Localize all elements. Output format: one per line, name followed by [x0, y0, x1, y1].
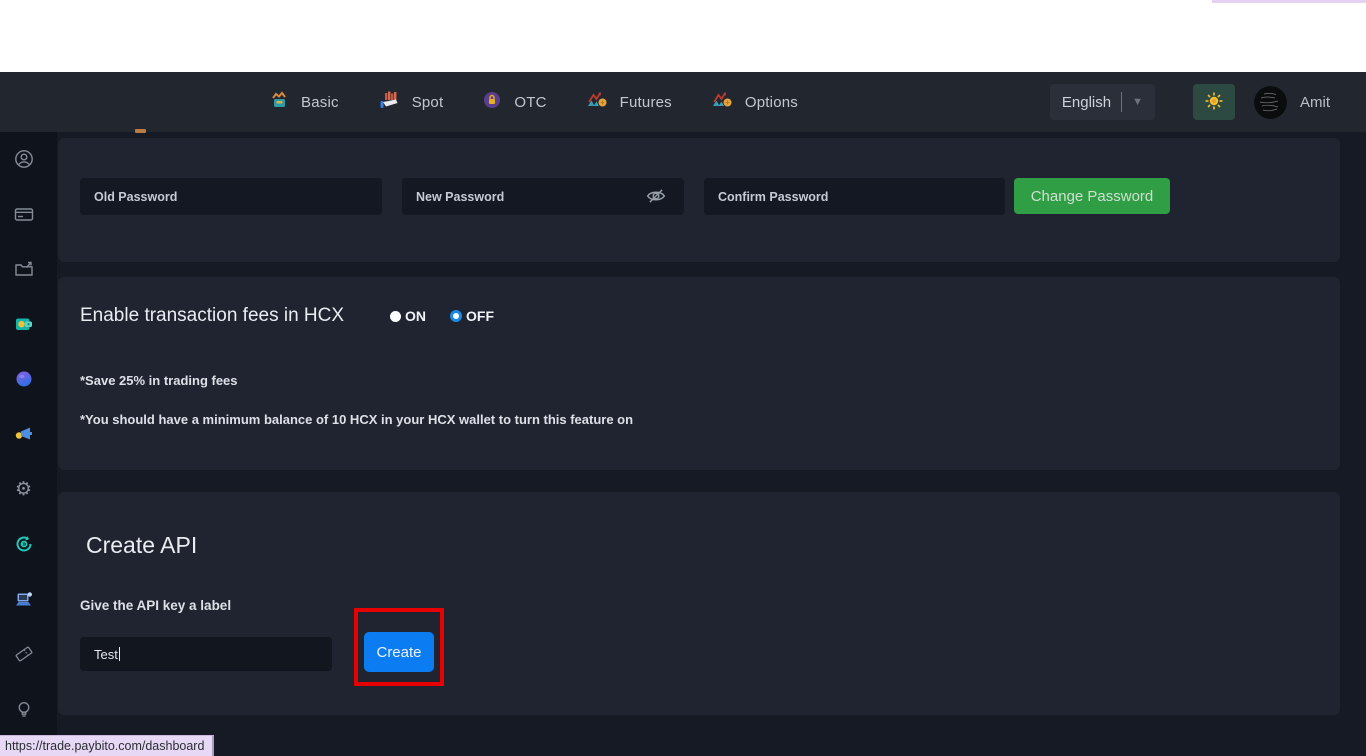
futures-icon	[587, 91, 607, 114]
basic-icon	[270, 91, 288, 114]
theme-toggle-button[interactable]	[1193, 84, 1235, 120]
radio-on-circle[interactable]	[390, 311, 401, 322]
api-key-label-value: Test	[94, 647, 118, 662]
nav-label-futures: Futures	[620, 94, 672, 111]
hcx-section-title: Enable transaction fees in HCX	[80, 305, 344, 327]
create-api-title: Create API	[86, 532, 197, 559]
hcx-note-min-balance: *You should have a minimum balance of 10…	[80, 412, 633, 427]
nav-item-otc[interactable]: OTC	[483, 91, 546, 114]
radio-on-label: ON	[405, 308, 426, 324]
text-cursor	[119, 647, 121, 661]
eye-slash-icon[interactable]	[646, 186, 666, 206]
hcx-note-save-fees: *Save 25% in trading fees	[80, 373, 238, 388]
create-api-button[interactable]: Create	[364, 632, 434, 672]
radio-off-circle[interactable]	[450, 310, 462, 322]
change-password-card: Change Password	[58, 138, 1340, 262]
options-icon	[712, 91, 732, 114]
announcement-icon[interactable]	[14, 424, 34, 444]
change-password-button[interactable]: Change Password	[1014, 178, 1170, 214]
spot-icon	[379, 90, 399, 114]
folder-share-icon[interactable]	[14, 259, 34, 279]
clipped-heading-fragment	[135, 129, 146, 133]
globe-icon[interactable]	[14, 369, 34, 389]
page: Basic Spot	[0, 0, 1366, 756]
nav-label-spot: Spot	[412, 94, 444, 111]
radio-option-off[interactable]: OFF	[450, 308, 494, 324]
create-api-card: Create API Give the API key a label Test…	[58, 492, 1340, 715]
nav-label-basic: Basic	[301, 94, 339, 111]
hcx-radio-group: ON OFF	[390, 308, 494, 324]
left-sidebar: ⚙	[0, 132, 57, 756]
status-bar-url-tooltip: https://trade.paybito.com/dashboard	[0, 735, 214, 756]
avatar[interactable]	[1254, 86, 1287, 119]
old-password-input[interactable]	[80, 178, 382, 215]
confirm-password-input[interactable]	[704, 178, 1005, 215]
nav-menu: Basic Spot	[270, 72, 798, 132]
main-content: Change Password Enable transaction fees …	[57, 132, 1366, 756]
radio-option-on[interactable]: ON	[390, 308, 426, 324]
lightbulb-icon[interactable]	[14, 699, 34, 719]
top-lavender-line	[1212, 0, 1366, 3]
new-password-input[interactable]	[402, 178, 684, 215]
nav-item-futures[interactable]: Futures	[587, 91, 672, 114]
status-url-text: https://trade.paybito.com/dashboard	[5, 739, 204, 753]
radio-off-label: OFF	[466, 308, 494, 324]
nav-right-group: English ▼	[1050, 72, 1330, 132]
nav-item-basic[interactable]: Basic	[270, 91, 339, 114]
nav-label-otc: OTC	[514, 94, 546, 111]
wallet-icon[interactable]	[14, 314, 34, 334]
device-monitor-icon[interactable]	[14, 589, 34, 609]
sun-icon	[1204, 91, 1224, 114]
nav-item-spot[interactable]: Spot	[379, 90, 444, 114]
nav-label-options: Options	[745, 94, 798, 111]
settings-gear-icon[interactable]: ⚙	[14, 479, 34, 499]
top-navbar: Basic Spot	[0, 72, 1366, 132]
user-profile-icon[interactable]	[14, 149, 34, 169]
user-name[interactable]: Amit	[1300, 94, 1330, 111]
language-selector[interactable]: English ▼	[1050, 84, 1155, 120]
ticket-icon[interactable]	[14, 644, 34, 664]
refresh-money-icon[interactable]	[14, 534, 34, 554]
otc-icon	[483, 91, 501, 114]
hcx-fees-card: Enable transaction fees in HCX ON OFF *S…	[58, 277, 1340, 470]
chevron-down-icon: ▼	[1132, 96, 1143, 108]
language-divider	[1121, 92, 1122, 112]
api-key-label-input[interactable]: Test	[80, 637, 332, 671]
language-selected-label: English	[1062, 94, 1111, 111]
bank-card-icon[interactable]	[14, 204, 34, 224]
api-key-field-label: Give the API key a label	[80, 598, 231, 613]
nav-item-options[interactable]: Options	[712, 91, 798, 114]
